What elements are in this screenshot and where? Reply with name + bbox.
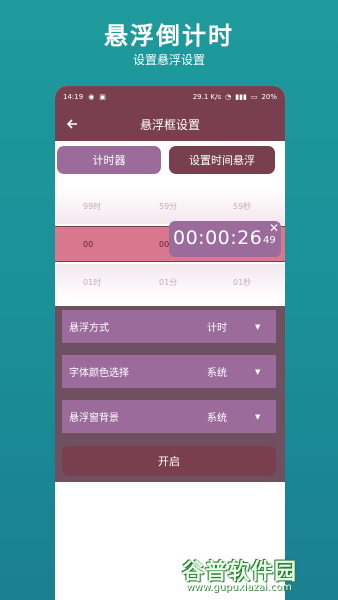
status-bar: 14:19 ◉ ▣ 29.1 K/s ◔ ▮▮▮ ▭ 20%	[55, 86, 285, 108]
title-bar: 悬浮框设置	[55, 108, 285, 141]
dropdown-arrow-icon: ▼	[255, 367, 261, 376]
start-button[interactable]: 开启	[62, 446, 276, 476]
picker-row-next: 01时 01分 01秒	[55, 264, 285, 300]
floating-timer-ms: 49	[263, 235, 276, 246]
picker-minute-next: 01分	[159, 277, 178, 287]
dropdown-arrow-icon: ▼	[255, 322, 261, 331]
float-mode-value: 计时	[207, 323, 227, 334]
hero-subtitle: 设置悬浮设置	[132, 53, 205, 67]
picker-minute-selected: 00	[159, 239, 170, 249]
mode-switch: 计时器 设置时间悬浮	[55, 146, 285, 176]
floating-timer-time: 00:00:26	[173, 227, 263, 249]
phone-screen: 14:19 ◉ ▣ 29.1 K/s ◔ ▮▮▮ ▭ 20% 悬浮框设置 计时器…	[55, 86, 285, 600]
battery-icon: ▭	[250, 93, 258, 101]
float-background-value: 系统	[207, 413, 227, 424]
font-color-label: 字体颜色选择	[69, 368, 129, 379]
picker-second-next: 01秒	[233, 277, 252, 287]
back-arrow-icon[interactable]	[63, 115, 81, 133]
eye-icon: ◉	[88, 93, 95, 101]
signal-icon: ▮▮▮	[235, 93, 247, 101]
net-speed: 29.1 K/s	[192, 93, 222, 101]
battery-level: 20%	[261, 93, 277, 101]
float-mode-row[interactable]: 悬浮方式 计时 ▼	[62, 310, 276, 343]
picker-hour-prev: 99时	[83, 201, 102, 211]
font-color-value: 系统	[207, 368, 227, 379]
picker-row-prev: 99时 59分 59秒	[55, 188, 285, 224]
status-time: 14:19	[63, 93, 84, 101]
watermark-logo: 谷普软件园 www.gupuxiazai.com	[180, 554, 336, 598]
picker-minute-prev: 59分	[159, 201, 178, 211]
timer-mode-button[interactable]: 计时器	[57, 146, 161, 174]
dropdown-arrow-icon: ▼	[255, 412, 261, 421]
float-background-label: 悬浮窗背景	[69, 413, 119, 424]
picker-hour-next: 01时	[83, 277, 102, 287]
floating-timer[interactable]: 00:00:26 49 ✕	[169, 221, 281, 257]
wifi-icon: ◔	[225, 93, 232, 101]
watermark-url: www.gupuxiazai.com	[186, 582, 292, 593]
close-icon[interactable]: ✕	[269, 221, 279, 235]
picker-hour-selected: 00	[83, 239, 94, 249]
hero-title: 悬浮倒计时	[104, 22, 234, 50]
font-color-row[interactable]: 字体颜色选择 系统 ▼	[62, 355, 276, 388]
page-title: 悬浮框设置	[139, 118, 200, 132]
float-mode-label: 悬浮方式	[69, 323, 109, 334]
float-background-row[interactable]: 悬浮窗背景 系统 ▼	[62, 400, 276, 433]
float-time-button[interactable]: 设置时间悬浮	[169, 146, 275, 174]
notification-icon: ▣	[99, 93, 106, 101]
picker-second-prev: 59秒	[233, 201, 252, 211]
